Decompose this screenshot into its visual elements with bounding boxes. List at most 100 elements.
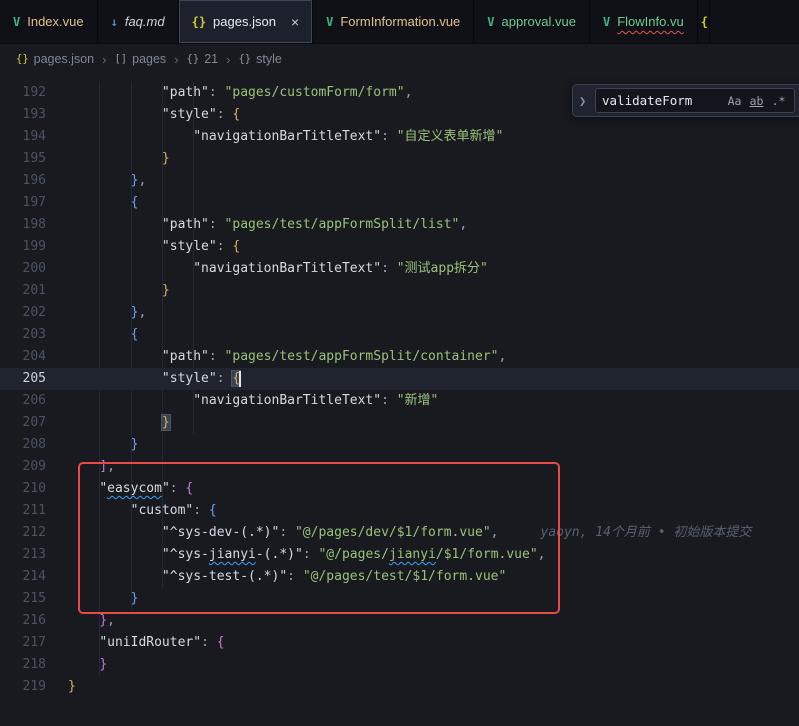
code-text: "navigationBarTitleText": "测试app拆分" bbox=[46, 258, 488, 280]
line-number: 200 bbox=[0, 258, 46, 280]
code-line-214[interactable]: 214 "^sys-test-(.*)": "@/pages/test/$1/f… bbox=[0, 566, 799, 588]
line-number: 197 bbox=[0, 192, 46, 214]
json-file-icon: {} bbox=[701, 15, 710, 29]
regex-toggle[interactable]: .* bbox=[769, 91, 788, 110]
symbol-icon: {} bbox=[16, 53, 29, 65]
code-line-212[interactable]: 212 "^sys-dev-(.*)": "@/pages/dev/$1/for… bbox=[0, 522, 799, 544]
code-line-205[interactable]: 205 "style": { bbox=[0, 368, 799, 390]
toggle-replace-chevron-icon[interactable]: ❯ bbox=[579, 94, 589, 108]
code-text: { bbox=[46, 324, 138, 346]
line-number: 215 bbox=[0, 588, 46, 610]
tab-faq-md[interactable]: ↓ faq.md bbox=[98, 0, 179, 43]
vue-file-icon: V bbox=[13, 15, 20, 29]
vue-file-icon: V bbox=[487, 15, 494, 29]
code-line-218[interactable]: 218 } bbox=[0, 654, 799, 676]
vue-file-icon: V bbox=[326, 15, 333, 29]
code-line-213[interactable]: 213 "^sys-jianyi-(.*)": "@/pages/jianyi/… bbox=[0, 544, 799, 566]
code-text: ], bbox=[46, 456, 115, 478]
code-line-208[interactable]: 208 } bbox=[0, 434, 799, 456]
close-icon[interactable]: × bbox=[291, 14, 299, 30]
code-text: "easycom": { bbox=[46, 478, 193, 500]
code-text: }, bbox=[46, 610, 115, 632]
code-text: "^sys-dev-(.*)": "@/pages/dev/$1/form.vu… bbox=[46, 522, 751, 544]
code-line-200[interactable]: 200 "navigationBarTitleText": "测试app拆分" bbox=[0, 258, 799, 280]
find-input[interactable]: validateForm Aaab.* bbox=[595, 88, 795, 113]
tab-partial[interactable]: {} bbox=[698, 0, 710, 43]
code-text: "navigationBarTitleText": "自定义表单新增" bbox=[46, 126, 503, 148]
md-file-icon: ↓ bbox=[111, 15, 118, 29]
code-line-217[interactable]: 217 "uniIdRouter": { bbox=[0, 632, 799, 654]
tab-index-vue[interactable]: V Index.vue bbox=[0, 0, 98, 43]
tab-label: approval.vue bbox=[502, 14, 576, 29]
json-file-icon: {} bbox=[192, 15, 206, 29]
whole-word-toggle[interactable]: ab bbox=[747, 91, 766, 110]
code-text: "custom": { bbox=[46, 500, 217, 522]
breadcrumb-item-pages[interactable]: []pages bbox=[114, 52, 166, 66]
tab-label: Index.vue bbox=[27, 14, 83, 29]
line-number: 201 bbox=[0, 280, 46, 302]
code-text: "^sys-test-(.*)": "@/pages/test/$1/form.… bbox=[46, 566, 506, 588]
code-line-201[interactable]: 201 } bbox=[0, 280, 799, 302]
breadcrumb-item-pages-json[interactable]: {} pages.json bbox=[16, 52, 94, 66]
code-text: "style": { bbox=[46, 236, 240, 258]
code-line-216[interactable]: 216 }, bbox=[0, 610, 799, 632]
tab-pages-json[interactable]: {} pages.json × bbox=[179, 0, 314, 43]
breadcrumb-item-21[interactable]: {}21 bbox=[187, 52, 219, 66]
code-line-210[interactable]: 210 "easycom": { bbox=[0, 478, 799, 500]
code-line-206[interactable]: 206 "navigationBarTitleText": "新增" bbox=[0, 390, 799, 412]
line-number: 195 bbox=[0, 148, 46, 170]
line-number: 208 bbox=[0, 434, 46, 456]
code-line-199[interactable]: 199 "style": { bbox=[0, 236, 799, 258]
tab-label: faq.md bbox=[125, 14, 165, 29]
breadcrumb-item-style[interactable]: {} style bbox=[238, 52, 281, 66]
line-number: 216 bbox=[0, 610, 46, 632]
breadcrumb-label: pages.json bbox=[34, 52, 94, 66]
code-line-203[interactable]: 203 { bbox=[0, 324, 799, 346]
code-line-196[interactable]: 196 }, bbox=[0, 170, 799, 192]
tab-label: pages.json bbox=[213, 14, 276, 29]
tab-forminformation-vue[interactable]: VFormInformation.vue bbox=[313, 0, 474, 43]
code-line-209[interactable]: 209 ], bbox=[0, 456, 799, 478]
code-line-195[interactable]: 195 } bbox=[0, 148, 799, 170]
line-number: 218 bbox=[0, 654, 46, 676]
code-line-194[interactable]: 194 "navigationBarTitleText": "自定义表单新增" bbox=[0, 126, 799, 148]
code-text: } bbox=[46, 654, 107, 676]
code-line-198[interactable]: 198 "path": "pages/test/appFormSplit/lis… bbox=[0, 214, 799, 236]
code-text: "path": "pages/customForm/form", bbox=[46, 82, 412, 104]
breadcrumb-label: pages bbox=[132, 52, 166, 66]
symbol-icon: {} bbox=[238, 53, 251, 65]
code-line-211[interactable]: 211 "custom": { bbox=[0, 500, 799, 522]
code-text: } bbox=[46, 434, 138, 456]
line-number: 219 bbox=[0, 676, 46, 698]
code-text: }, bbox=[46, 170, 146, 192]
line-number: 205 bbox=[0, 368, 46, 390]
code-text: } bbox=[46, 676, 76, 698]
line-number: 214 bbox=[0, 566, 46, 588]
code-text: "^sys-jianyi-(.*)": "@/pages/jianyi/$1/f… bbox=[46, 544, 545, 566]
match-case-toggle[interactable]: Aa bbox=[725, 91, 744, 110]
code-line-204[interactable]: 204 "path": "pages/test/appFormSplit/con… bbox=[0, 346, 799, 368]
tab-flowinfo-vu[interactable]: VFlowInfo.vu bbox=[590, 0, 698, 43]
line-number: 211 bbox=[0, 500, 46, 522]
code-text: "style": { bbox=[46, 368, 240, 390]
code-text: "uniIdRouter": { bbox=[46, 632, 225, 654]
line-number: 210 bbox=[0, 478, 46, 500]
code-line-219[interactable]: 219} bbox=[0, 676, 799, 698]
code-line-197[interactable]: 197 { bbox=[0, 192, 799, 214]
code-line-207[interactable]: 207 } bbox=[0, 412, 799, 434]
code-text: "navigationBarTitleText": "新增" bbox=[46, 390, 438, 412]
code-line-215[interactable]: 215 } bbox=[0, 588, 799, 610]
line-number: 196 bbox=[0, 170, 46, 192]
find-value: validateForm bbox=[602, 93, 692, 108]
code-line-202[interactable]: 202 }, bbox=[0, 302, 799, 324]
editor[interactable]: 192 "path": "pages/customForm/form",193 … bbox=[0, 74, 799, 726]
line-number: 217 bbox=[0, 632, 46, 654]
code-text: "path": "pages/test/appFormSplit/list", bbox=[46, 214, 467, 236]
tab-approval-vue[interactable]: Vapproval.vue bbox=[474, 0, 590, 43]
symbol-icon: {} bbox=[187, 53, 200, 65]
breadcrumb-separator-icon: › bbox=[226, 52, 230, 67]
vue-file-icon: V bbox=[603, 15, 610, 29]
breadcrumb-label: style bbox=[256, 52, 282, 66]
code-text: { bbox=[46, 192, 138, 214]
line-number: 207 bbox=[0, 412, 46, 434]
